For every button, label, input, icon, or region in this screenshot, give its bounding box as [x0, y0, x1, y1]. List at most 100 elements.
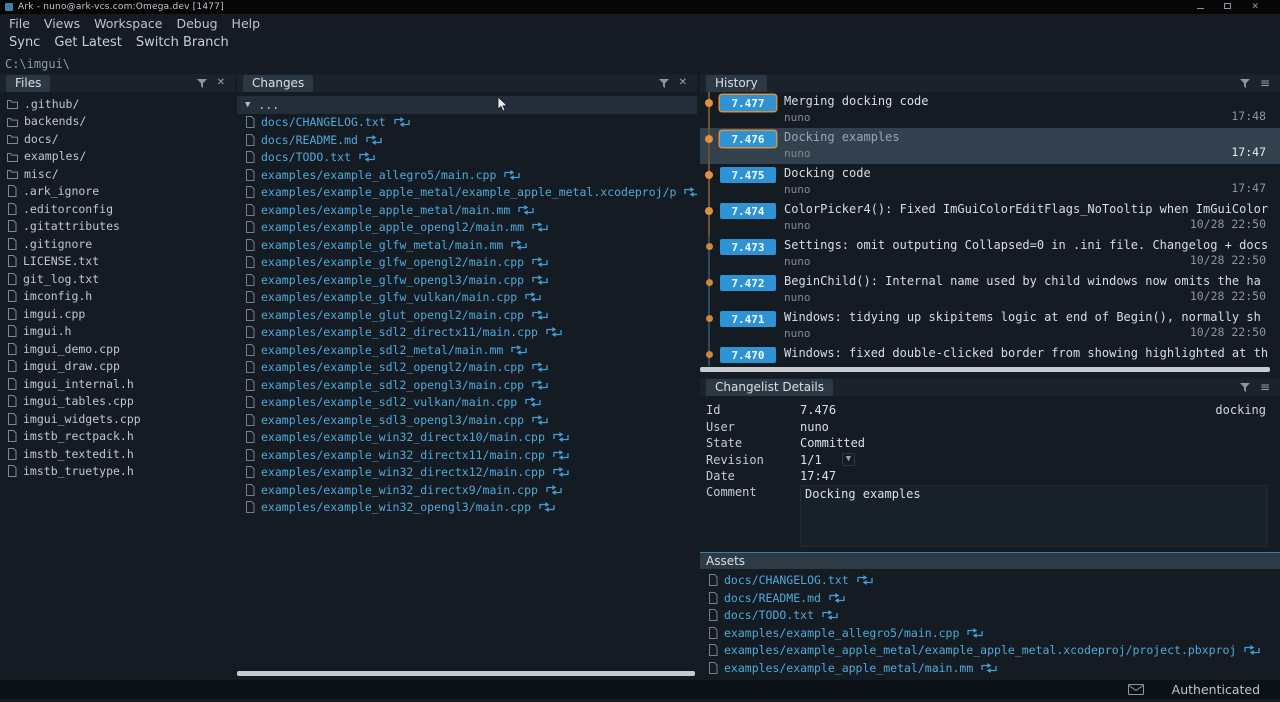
file-tree-item[interactable]: misc/: [0, 165, 235, 183]
file-tree-item[interactable]: imgui_demo.cpp: [0, 340, 235, 358]
file-tree-item[interactable]: git_log.txt: [0, 270, 235, 288]
file-name: git_log.txt: [23, 272, 99, 286]
changed-file-row[interactable]: examples/example_win32_directx9/main.cpp: [237, 481, 697, 499]
menu-file[interactable]: File: [9, 16, 30, 31]
changed-file-row[interactable]: examples/example_glfw_metal/main.mm: [237, 236, 697, 254]
maximize-button[interactable]: [1224, 3, 1231, 12]
sync-button[interactable]: Sync: [9, 35, 40, 50]
file-tree-item[interactable]: LICENSE.txt: [0, 253, 235, 271]
file-tree-item[interactable]: imgui_internal.h: [0, 375, 235, 393]
changed-file-row[interactable]: examples/example_sdl3_opengl3/main.cpp: [237, 411, 697, 429]
minimize-button[interactable]: [1197, 3, 1204, 12]
revision-badge: 7.472: [720, 275, 776, 291]
asset-row[interactable]: examples/example_allegro5/main.cpp: [700, 624, 1280, 642]
changes-tab[interactable]: Changes: [243, 75, 313, 92]
history-entry[interactable]: 7.473 Settings: omit outputing Collapsed…: [700, 236, 1280, 272]
file-tree-item[interactable]: imgui_draw.cpp: [0, 358, 235, 376]
changes-horizontal-scrollbar[interactable]: [237, 671, 695, 676]
history-entry[interactable]: 7.474 ColorPicker4(): Fixed ImGuiColorEd…: [700, 200, 1280, 236]
history-entry[interactable]: 7.472 BeginChild(): Internal name used b…: [700, 272, 1280, 308]
changed-file-row[interactable]: examples/example_sdl2_opengl2/main.cpp: [237, 359, 697, 377]
file-tree-item[interactable]: examples/: [0, 148, 235, 166]
asset-row[interactable]: docs/TODO.txt: [700, 607, 1280, 625]
asset-row[interactable]: examples/example_apple_metal/main.mm: [700, 659, 1280, 677]
file-tree-item[interactable]: .ark_ignore: [0, 183, 235, 201]
changed-file-row[interactable]: examples/example_win32_directx10/main.cp…: [237, 429, 697, 447]
file-tree-item[interactable]: imstb_rectpack.h: [0, 428, 235, 446]
history-horizontal-scrollbar[interactable]: [700, 367, 1270, 372]
history-entry[interactable]: 7.470 Windows: fixed double-clicked bord…: [700, 344, 1280, 366]
expander-icon[interactable]: ▼: [245, 100, 250, 110]
file-tree-item[interactable]: imstb_textedit.h: [0, 445, 235, 463]
changed-file-row[interactable]: examples/example_glut_opengl2/main.cpp: [237, 306, 697, 324]
close-panel-icon[interactable]: ✕: [217, 78, 225, 88]
changed-file-row[interactable]: examples/example_glfw_vulkan/main.cpp: [237, 289, 697, 307]
changed-file-row[interactable]: examples/example_sdl2_directx11/main.cpp: [237, 324, 697, 342]
changed-file-row[interactable]: examples/example_apple_metal/example_app…: [237, 184, 697, 202]
filter-icon[interactable]: [197, 79, 207, 88]
file-tree-item[interactable]: imgui_tables.cpp: [0, 393, 235, 411]
file-tree-item[interactable]: imconfig.h: [0, 288, 235, 306]
file-icon: [245, 151, 255, 163]
asset-row[interactable]: examples/example_apple_metal/example_app…: [700, 642, 1280, 660]
changed-file-row[interactable]: docs/README.md: [237, 131, 697, 149]
filter-icon[interactable]: [659, 79, 669, 88]
file-tree-item[interactable]: imgui.cpp: [0, 305, 235, 323]
panel-menu-icon[interactable]: ≡: [1260, 78, 1270, 88]
asset-row[interactable]: docs/CHANGELOG.txt: [700, 572, 1280, 590]
switch-branch-button[interactable]: Switch Branch: [136, 35, 229, 50]
changed-file-path: examples/example_win32_directx10/main.cp…: [261, 430, 545, 444]
file-tree-item[interactable]: .editorconfig: [0, 200, 235, 218]
changed-file-row[interactable]: examples/example_win32_directx11/main.cp…: [237, 446, 697, 464]
history-entry[interactable]: 7.475 Docking code nuno 17:47: [700, 164, 1280, 200]
menu-help[interactable]: Help: [232, 16, 261, 31]
changed-file-path: examples/example_win32_opengl3/main.cpp: [261, 500, 531, 514]
close-panel-icon[interactable]: ✕: [679, 78, 687, 88]
file-name: .ark_ignore: [23, 184, 99, 198]
file-tree-item[interactable]: backends/: [0, 113, 235, 131]
changelist-details-tab[interactable]: Changelist Details: [706, 379, 833, 396]
get-latest-button[interactable]: Get Latest: [54, 35, 121, 50]
history-entry[interactable]: 7.477 Merging docking code nuno 17:48: [700, 92, 1280, 128]
file-tree-item[interactable]: .gitignore: [0, 235, 235, 253]
changed-file-row[interactable]: examples/example_win32_opengl3/main.cpp: [237, 499, 697, 517]
folder-icon: [7, 168, 18, 179]
comment-field[interactable]: Docking examples: [800, 485, 1268, 547]
panel-menu-icon[interactable]: ≡: [1260, 382, 1270, 392]
file-tree-item[interactable]: docs/: [0, 130, 235, 148]
file-tree-item[interactable]: .github/: [0, 95, 235, 113]
close-button[interactable]: ✕: [1251, 3, 1259, 12]
file-icon: [7, 413, 17, 425]
changed-file-row[interactable]: examples/example_sdl2_opengl3/main.cpp: [237, 376, 697, 394]
menu-debug[interactable]: Debug: [176, 16, 217, 31]
revision-dropdown[interactable]: ▼: [842, 453, 855, 466]
filter-icon[interactable]: [1240, 383, 1250, 392]
files-tab[interactable]: Files: [6, 75, 50, 92]
filter-icon[interactable]: [1240, 79, 1250, 88]
commit-title: Docking code: [784, 166, 1280, 180]
changed-file-row[interactable]: examples/example_allegro5/main.cpp: [237, 166, 697, 184]
file-tree-item[interactable]: imgui_widgets.cpp: [0, 410, 235, 428]
changed-file-path: examples/example_apple_opengl2/main.mm: [261, 220, 524, 234]
changed-file-row[interactable]: examples/example_apple_metal/main.mm: [237, 201, 697, 219]
history-tab[interactable]: History: [706, 75, 767, 92]
history-entry[interactable]: 7.471 Windows: tidying up skipitems logi…: [700, 308, 1280, 344]
file-tree-item[interactable]: imgui.h: [0, 323, 235, 341]
changed-file-row[interactable]: examples/example_sdl2_vulkan/main.cpp: [237, 394, 697, 412]
changed-file-row[interactable]: examples/example_glfw_opengl3/main.cpp: [237, 271, 697, 289]
changed-file-row[interactable]: examples/example_apple_opengl2/main.mm: [237, 219, 697, 237]
changed-file-row[interactable]: examples/example_sdl2_metal/main.mm: [237, 341, 697, 359]
changed-file-row[interactable]: docs/CHANGELOG.txt: [237, 114, 697, 132]
menu-workspace[interactable]: Workspace: [94, 16, 162, 31]
asset-row[interactable]: docs/README.md: [700, 589, 1280, 607]
changed-file-row[interactable]: docs/TODO.txt: [237, 149, 697, 167]
file-tree-item[interactable]: .gitattributes: [0, 218, 235, 236]
changed-file-row[interactable]: examples/example_win32_directx12/main.cp…: [237, 464, 697, 482]
changes-root-row[interactable]: ▼ ...: [237, 96, 697, 114]
history-entry[interactable]: 7.476 Docking examples nuno 17:47: [700, 128, 1280, 164]
menu-views[interactable]: Views: [44, 16, 80, 31]
file-icon: [7, 308, 17, 320]
changed-file-row[interactable]: examples/example_glfw_opengl2/main.cpp: [237, 254, 697, 272]
file-tree-item[interactable]: imstb_truetype.h: [0, 463, 235, 481]
window-controls: ✕: [1197, 3, 1275, 12]
